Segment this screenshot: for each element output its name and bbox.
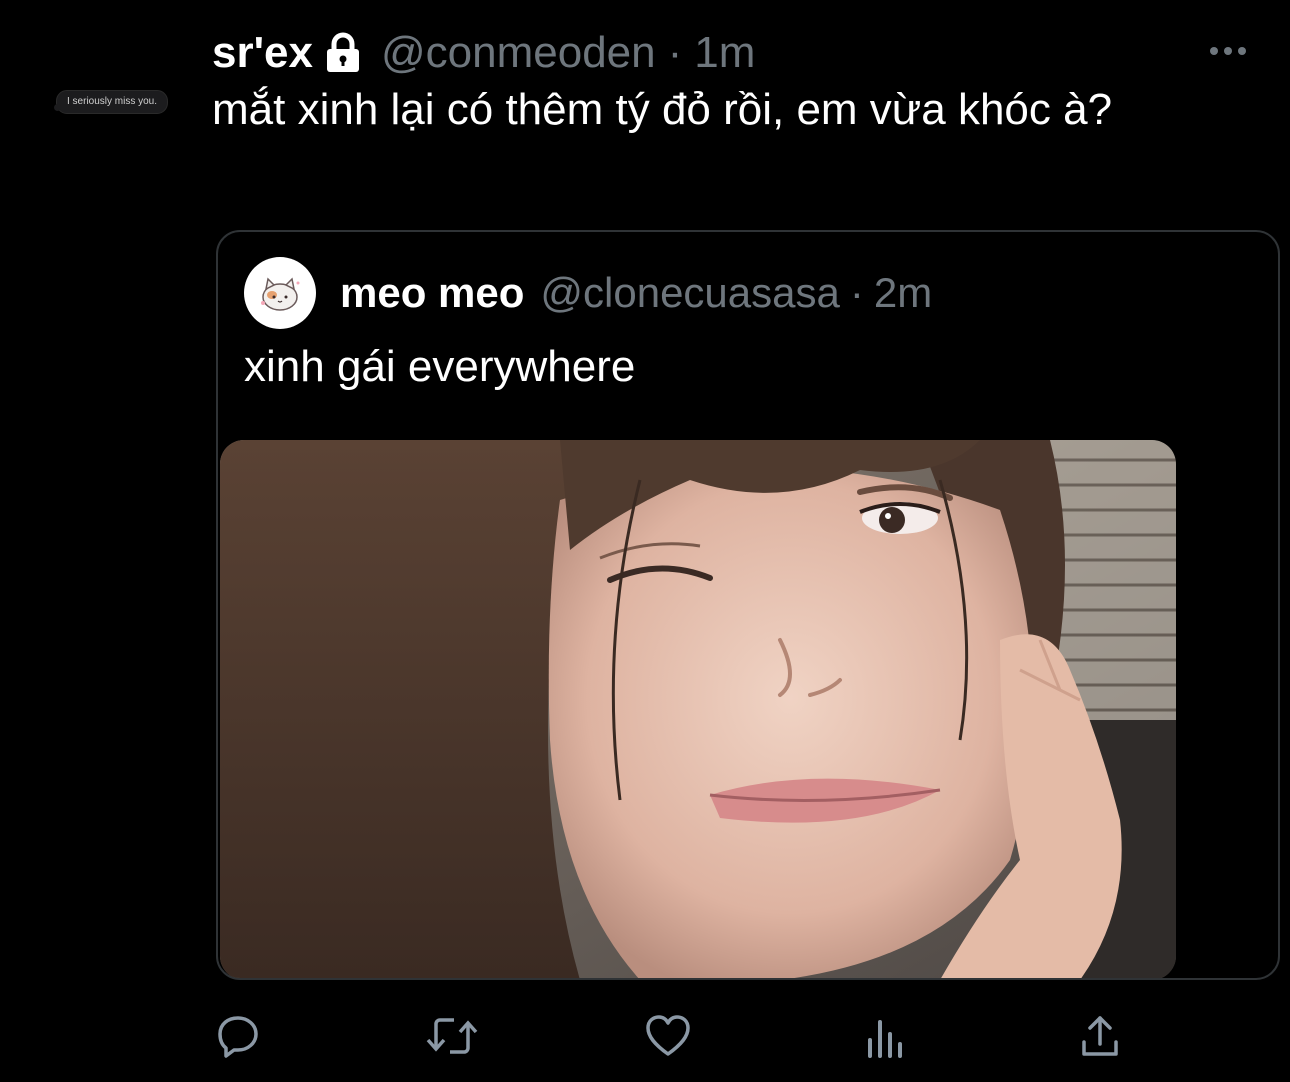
quoted-tweet-photo[interactable] — [220, 440, 1176, 978]
selfie-photo — [220, 440, 1176, 978]
more-dot — [1210, 47, 1218, 55]
quoted-tweet-text: xinh gái everywhere — [244, 342, 636, 391]
quoted-tweet-card[interactable]: meo meo @clonecuasasa · 2m xinh gái ever… — [216, 230, 1280, 980]
separator-dot: · — [667, 28, 683, 77]
reply-icon[interactable] — [210, 1008, 266, 1064]
cat-avatar-icon — [261, 277, 300, 311]
tweet-timestamp[interactable]: 1m — [694, 28, 755, 78]
lock-icon — [323, 32, 363, 74]
quoted-author-handle[interactable]: @clonecuasasa — [540, 269, 839, 317]
author-avatar[interactable]: I seriously miss you. — [50, 88, 169, 116]
separator-dot: · — [849, 269, 864, 316]
tweet-screen: I seriously miss you. sr'ex @conmeoden ·… — [0, 0, 1290, 1082]
status-bubble: I seriously miss you. — [53, 90, 169, 114]
share-icon[interactable] — [1072, 1008, 1128, 1064]
author-display-name[interactable]: sr'ex — [212, 28, 313, 78]
quoted-tweet-header: meo meo @clonecuasasa · 2m — [244, 256, 932, 330]
analytics-icon[interactable] — [856, 1008, 912, 1064]
quoted-author-avatar[interactable] — [244, 257, 316, 329]
retweet-icon[interactable] — [424, 1008, 480, 1064]
author-handle[interactable]: @conmeoden — [381, 28, 656, 78]
more-horizontal-icon[interactable] — [1210, 44, 1246, 58]
more-dot — [1238, 47, 1246, 55]
quoted-tweet-timestamp[interactable]: 2m — [874, 269, 932, 317]
tweet-header: sr'ex @conmeoden · 1m — [212, 28, 755, 78]
quoted-author-display-name[interactable]: meo meo — [340, 269, 524, 317]
tweet-action-bar — [0, 1008, 1290, 1064]
more-dot — [1224, 47, 1232, 55]
heart-icon[interactable] — [640, 1008, 696, 1064]
tweet-text: mắt xinh lại có thêm tý đỏ rồi, em vừa k… — [212, 85, 1113, 134]
